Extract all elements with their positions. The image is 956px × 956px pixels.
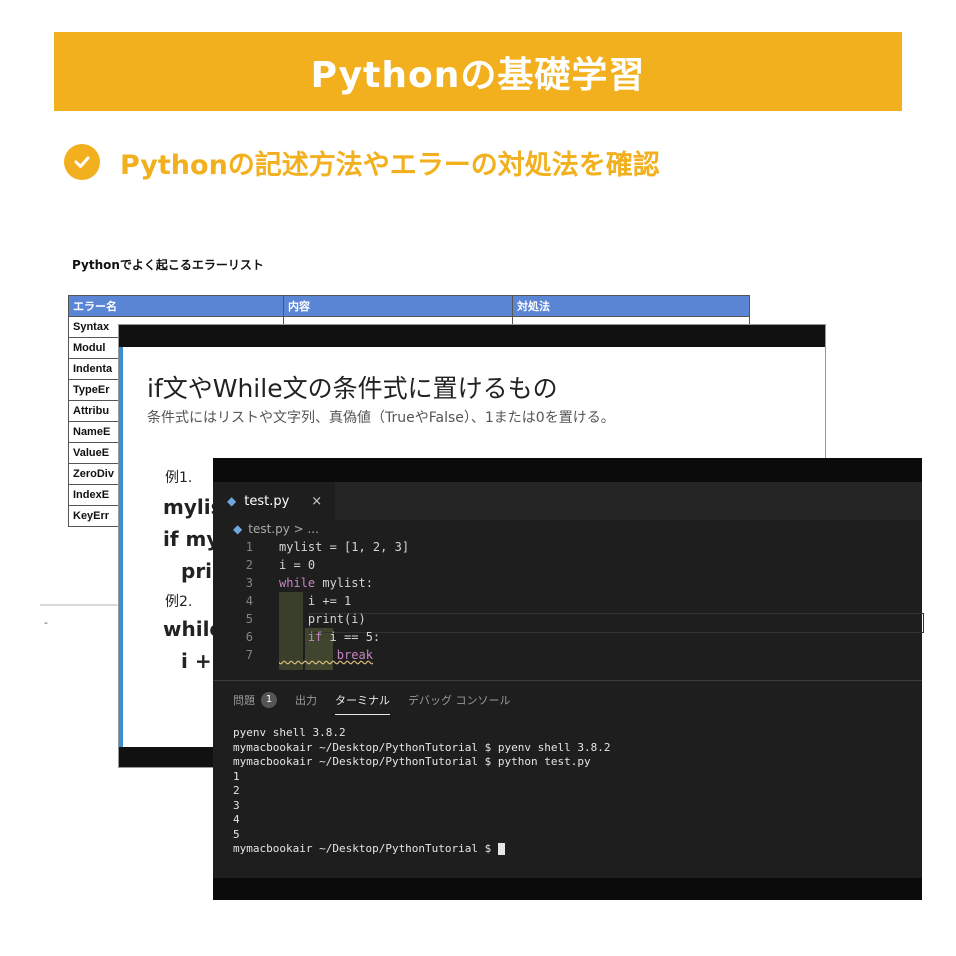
line-number: 3 — [245, 576, 253, 590]
line-number: 4 — [245, 594, 253, 608]
tab-debug-console[interactable]: デバッグ コンソール — [408, 686, 511, 714]
breadcrumb[interactable]: ◆ test.py > ... — [233, 522, 319, 536]
terminal-line: 3 — [233, 798, 240, 812]
code-line: 2 i = 0 — [213, 556, 922, 574]
page-banner: Pythonの基礎学習 — [54, 32, 902, 111]
line-number: 5 — [245, 612, 253, 626]
tab-terminal[interactable]: ターミナル — [335, 686, 390, 715]
code-line: 6 if i == 5: — [213, 628, 922, 646]
check-circle-icon — [64, 144, 100, 180]
sheet-tab[interactable]: - — [44, 616, 48, 629]
keyword: while — [279, 576, 316, 590]
keyword: break — [279, 648, 373, 662]
sheet-tab-bar: - — [40, 604, 130, 640]
code-rest: i == 5: — [322, 630, 381, 644]
subheading-text: Pythonの記述方法やエラーの対処法を確認 — [120, 149, 660, 181]
terminal-line: pyenv shell 3.8.2 — [233, 726, 346, 739]
sheet-title: Pythonでよく起こるエラーリスト — [72, 258, 264, 272]
table-header-row: エラー名 内容 対処法 — [68, 295, 750, 317]
table-header-cell[interactable]: 対処法 — [512, 295, 750, 317]
code-line: 4 i += 1 — [213, 592, 922, 610]
code-text: i = 0 — [279, 558, 316, 572]
banner-title: Pythonの基礎学習 — [310, 54, 646, 96]
example-label: 例2. — [165, 594, 193, 610]
line-number: 2 — [245, 558, 253, 572]
line-number: 6 — [245, 630, 253, 644]
example-code-line: if my — [163, 527, 220, 551]
panel-tab-bar: 問題 1 出力 ターミナル デバッグ コンソール — [233, 686, 529, 715]
table-header-cell[interactable]: 内容 — [283, 295, 513, 317]
terminal-line: mymacbookair ~/Desktop/PythonTutorial $ … — [233, 755, 591, 768]
terminal-cursor — [497, 843, 505, 855]
code-text: if i == 5: — [279, 628, 380, 646]
slide-top-bar — [119, 325, 825, 347]
code-area[interactable]: 1 mylist = [1, 2, 3] 2 i = 0 3 while mylist… — [213, 538, 922, 664]
example-label: 例1. — [165, 470, 193, 486]
code-text: print(i) — [279, 612, 366, 626]
line-number: 1 — [245, 540, 253, 554]
terminal-line: 1 — [233, 769, 240, 783]
slide-accent-bar — [119, 347, 123, 747]
code-text: break — [279, 646, 373, 664]
terminal-line: 2 — [233, 784, 240, 797]
terminal-output[interactable]: pyenv shell 3.8.2 mymacbookair ~/Desktop/… — [233, 726, 611, 857]
tab-output[interactable]: 出力 — [295, 686, 317, 714]
code-text: mylist = [1, 2, 3] — [279, 540, 410, 554]
tab-problems-label: 問題 — [233, 694, 255, 707]
editor-tab-bar: ◆ test.py × — [213, 482, 922, 520]
problems-count-badge: 1 — [261, 692, 277, 708]
close-icon[interactable]: × — [311, 494, 322, 509]
panel-divider — [213, 680, 922, 681]
code-editor-window: ◆ test.py × ◆ test.py > ... 1 mylist = [1,… — [213, 458, 924, 900]
tab-filename: test.py — [244, 493, 290, 509]
terminal-prompt-line: mymacbookair ~/Desktop/PythonTutorial $ — [233, 842, 611, 857]
code-line: 3 while mylist: — [213, 574, 922, 592]
subheading: Pythonの記述方法やエラーの対処法を確認 — [64, 142, 660, 182]
terminal-line: 4 — [233, 813, 240, 826]
tab-problems[interactable]: 問題 1 — [233, 686, 277, 714]
editor-top-bar — [213, 458, 922, 482]
terminal-line: mymacbookair ~/Desktop/PythonTutorial $ … — [233, 740, 611, 754]
terminal-prompt: mymacbookair ~/Desktop/PythonTutorial $ — [233, 842, 498, 855]
tab-test-py[interactable]: ◆ test.py × — [213, 482, 335, 520]
code-line: 1 mylist = [1, 2, 3] — [213, 538, 922, 556]
code-rest: mylist: — [315, 576, 373, 590]
code-text: while mylist: — [279, 574, 373, 592]
editor-bottom-bar — [213, 878, 922, 900]
slide-subtitle: 条件式にはリストや文字列、真偽値（TrueやFalse）、1または0を置ける。 — [147, 410, 615, 426]
python-file-icon: ◆ — [233, 522, 243, 536]
code-line: 7 break — [213, 646, 922, 664]
breadcrumb-text: test.py > ... — [248, 522, 319, 536]
line-number: 7 — [245, 648, 253, 662]
table-header-cell[interactable]: エラー名 — [68, 295, 284, 317]
keyword: if — [279, 630, 323, 644]
slide-title: if文やWhile文の条件式に置けるもの — [147, 374, 558, 403]
code-text: i += 1 — [279, 594, 352, 608]
python-file-icon: ◆ — [227, 494, 237, 508]
code-line: 5 print(i) — [213, 610, 922, 628]
terminal-line: 5 — [233, 827, 240, 841]
